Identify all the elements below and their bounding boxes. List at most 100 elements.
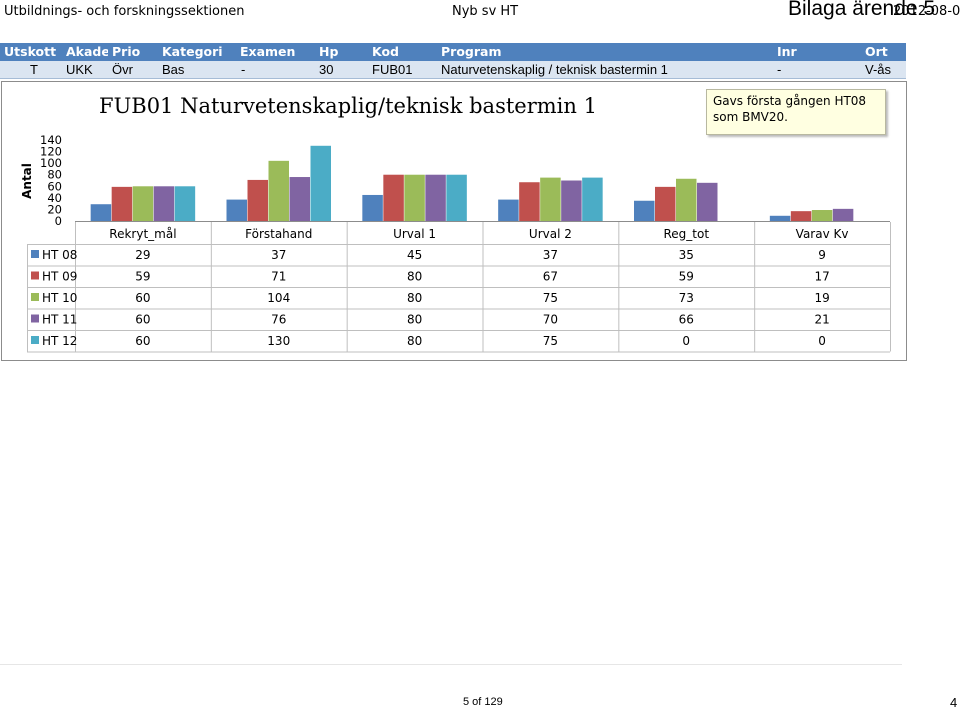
bar (404, 174, 425, 221)
bar (561, 180, 582, 221)
bar (811, 210, 833, 221)
data-label: 80 (407, 270, 422, 284)
bar (582, 177, 603, 221)
data-label: 0 (682, 334, 690, 348)
course-table-header: Utskott Akadem Prio Kategori Examen Hp K… (0, 43, 906, 61)
cell-program: Naturvetenskaplig / teknisk bastermin 1 (441, 62, 668, 77)
bar (383, 174, 404, 221)
column-ort: Ort (865, 44, 888, 59)
data-label: 59 (135, 270, 150, 284)
section-title: Utbildnings- och forskningssektionen (4, 4, 245, 19)
y-axis-label: Antal (20, 163, 34, 199)
data-label: 0 (818, 334, 826, 348)
legend-swatch (31, 314, 39, 323)
data-label: 130 (267, 334, 290, 348)
data-label: 17 (814, 270, 829, 284)
bar (425, 174, 446, 221)
bar (832, 208, 854, 221)
chart-title: FUB01 Naturvetenskaplig/teknisk bastermi… (99, 94, 597, 118)
column-program: Program (441, 44, 502, 59)
bar (310, 145, 331, 221)
legend-label: HT 10 (42, 291, 77, 305)
chart-note: Gavs första gången HT08 som BMV20. (706, 89, 886, 135)
bar (90, 204, 112, 221)
legend-label: HT 08 (42, 248, 77, 262)
bar (769, 215, 791, 221)
data-label: 76 (271, 313, 286, 327)
data-label: 75 (543, 334, 558, 348)
data-label: 66 (679, 313, 694, 327)
data-label: 80 (407, 334, 422, 348)
legend-label: HT 11 (42, 313, 77, 327)
legend-swatch (31, 250, 39, 258)
data-label: 9 (818, 248, 826, 262)
data-label: 75 (543, 291, 558, 305)
cell-inr: - (777, 62, 782, 77)
data-label: 29 (135, 248, 150, 262)
data-label: 45 (407, 248, 422, 262)
data-label: 59 (679, 270, 694, 284)
column-examen: Examen (240, 44, 296, 59)
x-tick-label: Förstahand (245, 227, 312, 241)
x-tick-label: Reg_tot (663, 227, 709, 241)
legend-swatch (31, 293, 39, 301)
x-tick-label: Urval 2 (529, 227, 572, 241)
bar (132, 186, 154, 221)
data-label: 67 (543, 270, 558, 284)
data-label: 37 (543, 248, 558, 262)
course-table-row: T UKK Övr Bas - 30 FUB01 Naturvetenskapl… (0, 61, 906, 79)
cell-kod: FUB01 (372, 62, 413, 77)
column-kod: Kod (372, 44, 400, 59)
data-label: 80 (407, 291, 422, 305)
bar (153, 186, 175, 221)
bar (446, 174, 467, 221)
bar (498, 199, 519, 221)
cell-prio: Övr (112, 62, 133, 77)
cell-ort: V-ås (865, 62, 892, 77)
legend-label: HT 12 (42, 334, 77, 348)
cell-examen: - (241, 62, 246, 77)
data-label: 37 (271, 248, 286, 262)
y-tick-label: 140 (40, 133, 62, 147)
data-label: 35 (679, 248, 694, 262)
cell-utskott: T (30, 62, 38, 77)
bar (226, 199, 247, 221)
bar (268, 160, 289, 221)
x-tick-label: Varav Kv (796, 227, 849, 241)
data-label: 19 (814, 291, 829, 305)
x-tick-label: Urval 1 (393, 227, 436, 241)
bar (634, 200, 655, 221)
cell-akadem: UKK (66, 62, 93, 77)
bar (111, 186, 133, 221)
cell-kategori: Bas (162, 62, 185, 77)
legend-swatch (31, 271, 39, 280)
data-label: 73 (679, 291, 694, 305)
bar (790, 211, 812, 221)
data-label: 70 (543, 313, 558, 327)
page-number: 5 of 129 (463, 696, 503, 708)
report-subtitle: Nyb sv HT (452, 4, 519, 19)
column-akadem: Akadem (66, 44, 108, 59)
data-label: 60 (135, 334, 150, 348)
column-kategori: Kategori (162, 44, 223, 59)
bar (540, 177, 561, 221)
bar (519, 182, 540, 221)
bar (174, 186, 196, 221)
column-utskott: Utskott (4, 44, 57, 59)
x-tick-label: Rekryt_mål (109, 227, 176, 241)
bar (289, 177, 310, 221)
data-label: 71 (271, 270, 286, 284)
legend-label: HT 09 (42, 270, 77, 284)
bar (247, 179, 268, 221)
data-label: 60 (135, 313, 150, 327)
report-date: 2012-08-09 (893, 4, 960, 19)
bar (362, 194, 383, 221)
data-label: 104 (267, 291, 290, 305)
column-prio: Prio (112, 44, 141, 59)
page-count: 4 (950, 695, 958, 710)
bar (697, 182, 718, 221)
divider (0, 664, 902, 665)
bar (655, 186, 676, 221)
column-inr: Inr (777, 44, 797, 59)
data-label: 80 (407, 313, 422, 327)
